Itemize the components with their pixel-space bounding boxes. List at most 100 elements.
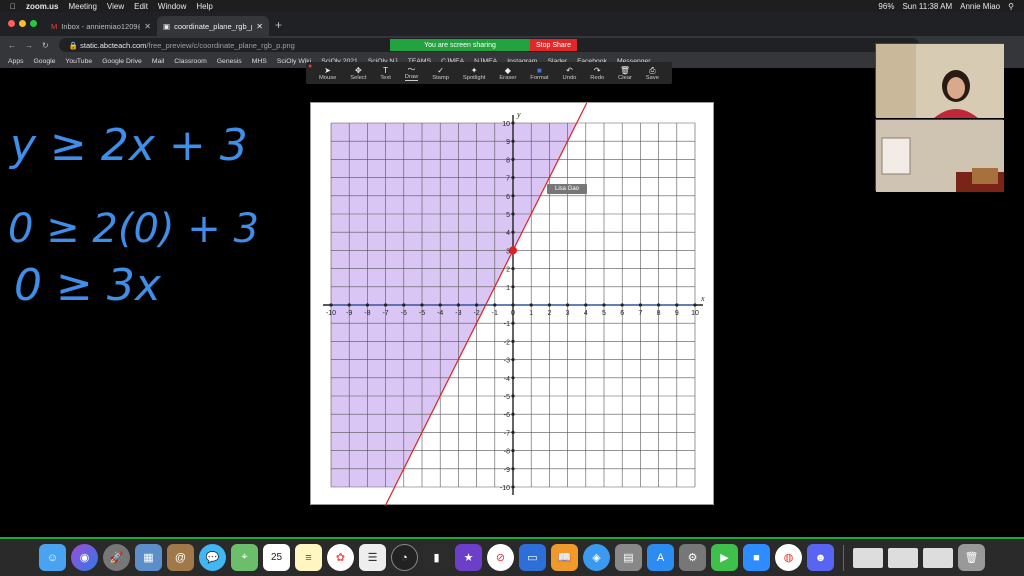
- y-tick-label: 4: [506, 230, 510, 237]
- tab-coordinate-plane[interactable]: ▣ coordinate_plane_rgb_p.png ✕: [157, 16, 269, 36]
- x-tick-label: -8: [364, 310, 370, 317]
- stop-share-button[interactable]: Stop Share: [530, 39, 578, 51]
- x-axis-tick-dot: [456, 303, 460, 307]
- dock-chrome-icon[interactable]: ◍: [775, 544, 802, 571]
- url-path: /free_preview/c/coordinate_plane_rgb_p.p…: [146, 40, 295, 50]
- bookmark-youtube[interactable]: YouTube: [65, 58, 92, 65]
- dock-imovie-icon[interactable]: ★: [455, 544, 482, 571]
- back-icon[interactable]: ←: [8, 41, 16, 50]
- menu-app[interactable]: zoom.us: [26, 2, 58, 11]
- bookmark-google-drive[interactable]: Google Drive: [102, 58, 142, 65]
- dock-safari-icon[interactable]: ◈: [583, 544, 610, 571]
- tool-redo[interactable]: ↷ Redo: [590, 66, 604, 81]
- clock[interactable]: Sun 11:38 AM: [902, 2, 952, 11]
- reload-icon[interactable]: ↻: [42, 41, 49, 50]
- x-axis-tick-dot: [675, 303, 679, 307]
- window-controls: [8, 20, 37, 27]
- bookmark-mhs[interactable]: MHS: [252, 58, 267, 65]
- menu-view[interactable]: View: [107, 2, 124, 11]
- tool-format[interactable]: ■ Format: [530, 66, 548, 81]
- x-tick-label: 8: [657, 310, 661, 317]
- close-tab-icon[interactable]: ✕: [144, 22, 151, 31]
- video-tile-participant[interactable]: [875, 119, 1004, 192]
- battery-level[interactable]: 96%: [878, 2, 894, 11]
- tool-stamp[interactable]: ✓ Stamp: [432, 66, 449, 81]
- x-tick-label: -7: [382, 310, 388, 317]
- dock-news-icon[interactable]: ⊘: [487, 544, 514, 571]
- dock-maps-icon[interactable]: ⌖: [231, 544, 258, 571]
- gmail-icon: M: [51, 21, 58, 31]
- dock-recent-window-icon[interactable]: [853, 547, 883, 568]
- dock-dashboard-icon[interactable]: ◔: [391, 544, 418, 571]
- dock-facetime-icon[interactable]: ▶: [711, 544, 738, 571]
- close-tab-icon[interactable]: ✕: [256, 22, 263, 31]
- tool-select[interactable]: ✥ Select: [350, 66, 366, 81]
- dock-messages-icon[interactable]: 💬: [199, 544, 226, 571]
- dock-zoom-icon[interactable]: ■: [743, 544, 770, 571]
- new-tab-icon[interactable]: +: [275, 18, 282, 32]
- url-host: static.abcteach.com: [80, 40, 147, 50]
- search-icon[interactable]: ⚲: [1008, 2, 1014, 11]
- dock-launchpad-icon[interactable]: 🚀: [103, 544, 130, 571]
- dock-reminders-icon[interactable]: ☰: [359, 544, 386, 571]
- dock-finder-icon[interactable]: ☺: [39, 544, 66, 571]
- tool-spotlight[interactable]: ✦ Spotlight: [463, 66, 486, 81]
- coordinate-plane-image: -10 -10 -9 -9 -8 -8 -7 -7 -6 -6 -5 -5 -4 -4 -3 -3 -2 -2 -1…: [310, 99, 714, 511]
- dock-contacts-icon[interactable]: @: [167, 544, 194, 571]
- video-tile-self[interactable]: [875, 43, 1004, 118]
- dock-image-capture-icon[interactable]: ▤: [615, 544, 642, 571]
- zoom-window-icon[interactable]: [30, 20, 37, 27]
- close-window-icon[interactable]: [8, 20, 15, 27]
- tool-clear[interactable]: 🗑 Clear: [618, 66, 632, 81]
- y-tick-label: -3: [504, 358, 510, 365]
- y-axis-tick-dot: [511, 267, 515, 271]
- y-axis-tick-dot: [511, 412, 515, 416]
- y-axis-tick-dot: [511, 194, 515, 198]
- forward-icon[interactable]: →: [25, 41, 33, 50]
- dock-photos-icon[interactable]: ✿: [327, 544, 354, 571]
- apple-icon[interactable]: : [10, 2, 16, 11]
- menu-edit[interactable]: Edit: [134, 2, 148, 11]
- bookmark-genesis[interactable]: Genesis: [217, 58, 242, 65]
- dock-siri-icon[interactable]: ◉: [71, 544, 98, 571]
- menu-meeting[interactable]: Meeting: [68, 2, 96, 11]
- tool-mouse[interactable]: ➤ Mouse: [319, 66, 336, 81]
- bookmark-mail[interactable]: Mail: [152, 58, 164, 65]
- dock-numbers-icon[interactable]: ▮: [423, 544, 450, 571]
- bookmark-classroom[interactable]: Classroom: [174, 58, 206, 65]
- y-axis-tick-dot: [511, 467, 515, 471]
- x-axis-tick-dot: [438, 303, 442, 307]
- dock-preview-icon[interactable]: ▦: [135, 544, 162, 571]
- tool-text[interactable]: T Text: [380, 66, 391, 81]
- close-toolbar-icon[interactable]: ●: [308, 63, 312, 70]
- x-tick-label: -9: [346, 310, 352, 317]
- tool-draw[interactable]: 〜 Draw: [404, 65, 419, 81]
- webcam-person-image: [876, 44, 1004, 118]
- dock-app-store-icon[interactable]: A: [647, 544, 674, 571]
- minimize-window-icon[interactable]: [19, 20, 26, 27]
- tool-undo[interactable]: ↶ Undo: [563, 66, 577, 81]
- x-tick-label: -1: [492, 310, 498, 317]
- y-axis-tick-dot: [511, 157, 515, 161]
- dock-recent-window-icon[interactable]: [888, 547, 918, 568]
- mouse-pointer-icon: ➤: [324, 65, 331, 75]
- menu-window[interactable]: Window: [158, 2, 186, 11]
- dock-discord-icon[interactable]: ☻: [807, 544, 834, 571]
- menu-help[interactable]: Help: [196, 2, 212, 11]
- tool-eraser[interactable]: ◆ Eraser: [499, 66, 516, 81]
- bookmark-google[interactable]: Google: [34, 58, 56, 65]
- tab-inbox[interactable]: M Inbox - anniemiao1209@gmail ✕: [45, 16, 157, 36]
- x-tick-label: 1: [529, 310, 533, 317]
- dock-trash-icon[interactable]: 🗑: [958, 544, 985, 571]
- user-name[interactable]: Annie Miao: [960, 2, 1000, 11]
- dock-calendar-icon[interactable]: 25: [263, 544, 290, 571]
- dock-recent-window-icon[interactable]: [923, 547, 953, 568]
- dock-keynote-icon[interactable]: ▭: [519, 544, 546, 571]
- bookmark-apps[interactable]: Apps: [8, 58, 24, 65]
- dock-notes-icon[interactable]: ≡: [295, 544, 322, 571]
- dock-system-preferences-icon[interactable]: ⚙: [679, 544, 706, 571]
- y-tick-label: 5: [506, 212, 510, 219]
- dock-books-icon[interactable]: 📖: [551, 544, 578, 571]
- tool-save[interactable]: ⎙ Save: [646, 66, 659, 81]
- x-axis-tick-dot: [693, 303, 697, 307]
